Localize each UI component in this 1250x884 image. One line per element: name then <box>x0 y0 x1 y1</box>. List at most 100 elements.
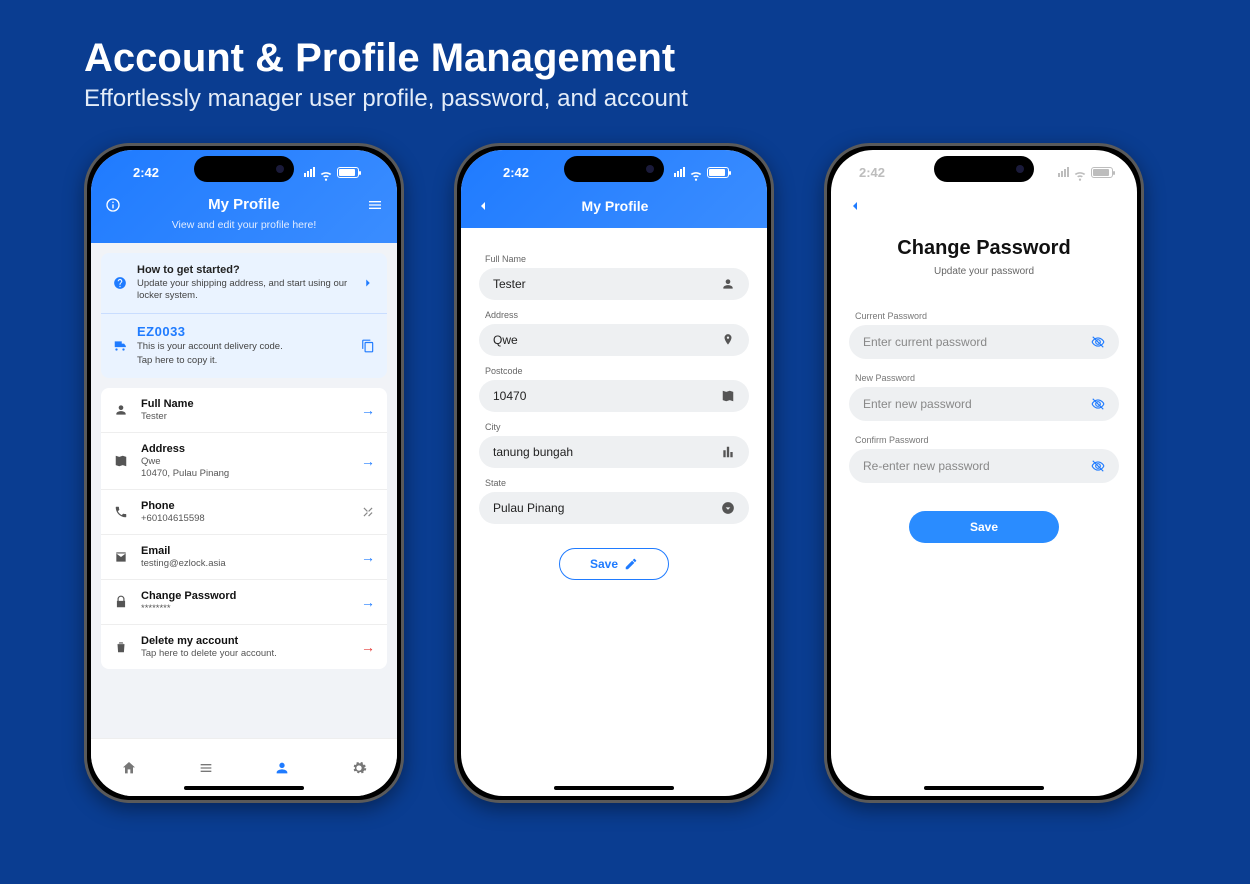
row-delete-account[interactable]: Delete my account Tap here to delete you… <box>101 625 387 669</box>
tip-text: Update your shipping address, and start … <box>137 278 351 303</box>
postcode-value: 10470 <box>493 389 721 403</box>
state-field[interactable]: Pulau Pinang <box>479 492 749 524</box>
arrow-icon: → <box>361 594 375 610</box>
map-icon <box>721 389 735 403</box>
state-label: State <box>485 478 749 488</box>
confirm-password-placeholder: Re-enter new password <box>863 459 1091 473</box>
row-email[interactable]: Email testing@ezlock.asia → <box>101 535 387 580</box>
arrow-icon: → <box>361 639 375 655</box>
wifi-icon <box>319 167 333 177</box>
delivery-code: EZ0033 <box>137 324 351 339</box>
tip-title: How to get started? <box>137 264 351 276</box>
fullname-value: Tester <box>493 277 721 291</box>
save-label: Save <box>590 557 618 571</box>
fullname-label: Full Name <box>485 254 749 264</box>
postcode-label: Postcode <box>485 366 749 376</box>
row-phone[interactable]: Phone +60104615598 <box>101 490 387 535</box>
confirm-password-label: Confirm Password <box>855 435 1119 445</box>
address-label: Address <box>485 310 749 320</box>
person-icon <box>721 277 735 291</box>
email-icon <box>113 550 129 564</box>
header-subtitle: View and edit your profile here! <box>105 219 383 231</box>
eye-off-icon[interactable] <box>1091 397 1105 411</box>
arrow-icon: → <box>361 453 375 469</box>
arrow-icon: → <box>361 549 375 565</box>
wifi-icon <box>689 167 703 177</box>
back-icon[interactable] <box>831 194 863 214</box>
page-title: Account & Profile Management <box>0 0 1250 81</box>
page-subtitle: Effortlessly manager user profile, passw… <box>0 81 1250 113</box>
delivery-text1: This is your account delivery code. <box>137 341 351 353</box>
row-fullname[interactable]: Full Name Tester → <box>101 388 387 433</box>
home-indicator <box>184 786 304 790</box>
header-title: My Profile <box>477 198 753 214</box>
menu-icon[interactable] <box>367 197 383 213</box>
address-field[interactable]: Qwe <box>479 324 749 356</box>
page-subtitle: Update your password <box>831 266 1137 277</box>
home-indicator <box>924 786 1044 790</box>
fullname-field[interactable]: Tester <box>479 268 749 300</box>
home-indicator <box>554 786 674 790</box>
address-value1: Qwe <box>141 456 349 467</box>
pin-icon <box>721 333 735 347</box>
status-time: 2:42 <box>133 165 159 180</box>
lock-icon <box>113 595 129 609</box>
arrow-icon: → <box>361 402 375 418</box>
status-time: 2:42 <box>503 165 529 180</box>
tab-home[interactable] <box>121 760 137 776</box>
phone-icon <box>113 505 129 519</box>
confirm-password-field[interactable]: Re-enter new password <box>849 449 1119 483</box>
current-password-placeholder: Enter current password <box>863 335 1091 349</box>
city-value: tanung bungah <box>493 445 721 459</box>
delete-value: Tap here to delete your account. <box>141 648 349 659</box>
delete-label: Delete my account <box>141 635 349 647</box>
row-address[interactable]: Address Qwe 10470, Pulau Pinang → <box>101 433 387 490</box>
person-icon <box>113 403 129 417</box>
city-field[interactable]: tanung bungah <box>479 436 749 468</box>
copy-icon[interactable] <box>361 339 375 353</box>
city-label: City <box>485 422 749 432</box>
new-password-placeholder: Enter new password <box>863 397 1091 411</box>
wifi-icon <box>1073 167 1087 177</box>
header-title: My Profile <box>208 196 280 213</box>
tab-profile[interactable] <box>274 760 290 776</box>
phone-notch <box>564 156 664 182</box>
tab-list[interactable] <box>198 760 214 776</box>
signal-icon <box>1058 167 1069 177</box>
phone-notch <box>934 156 1034 182</box>
postcode-field[interactable]: 10470 <box>479 380 749 412</box>
signal-icon <box>304 167 315 177</box>
row-change-password[interactable]: Change Password ******** → <box>101 580 387 625</box>
save-label: Save <box>970 520 998 534</box>
map-icon <box>113 454 129 468</box>
trash-icon <box>113 640 129 654</box>
eye-off-icon[interactable] <box>1091 459 1105 473</box>
change-pw-label: Change Password <box>141 590 349 602</box>
new-password-label: New Password <box>855 373 1119 383</box>
help-icon <box>113 276 127 290</box>
phone-notch <box>194 156 294 182</box>
current-password-field[interactable]: Enter current password <box>849 325 1119 359</box>
save-button[interactable]: Save <box>559 548 669 580</box>
phone-profile-overview: 2:42 My Profile View and edit your profi… <box>84 143 404 803</box>
address-value2: 10470, Pulau Pinang <box>141 468 349 479</box>
delivery-text2: Tap here to copy it. <box>137 355 351 367</box>
battery-icon <box>707 167 729 178</box>
fullname-value: Tester <box>141 411 349 422</box>
page-title: Change Password <box>831 237 1137 260</box>
change-pw-value: ******** <box>141 603 349 614</box>
profile-list: Full Name Tester → Address Qwe 10470, Pu… <box>101 388 387 669</box>
battery-icon <box>337 167 359 178</box>
new-password-field[interactable]: Enter new password <box>849 387 1119 421</box>
eye-off-icon[interactable] <box>1091 335 1105 349</box>
email-label: Email <box>141 545 349 557</box>
save-button[interactable]: Save <box>909 511 1059 543</box>
chevron-down-icon <box>721 501 735 515</box>
battery-icon <box>1091 167 1113 178</box>
status-time: 2:42 <box>859 165 885 180</box>
info-icon[interactable] <box>105 197 121 213</box>
email-value: testing@ezlock.asia <box>141 558 349 569</box>
phone-label: Phone <box>141 500 349 512</box>
tab-settings[interactable] <box>351 760 367 776</box>
getting-started-card[interactable]: How to get started? Update your shipping… <box>101 253 387 378</box>
